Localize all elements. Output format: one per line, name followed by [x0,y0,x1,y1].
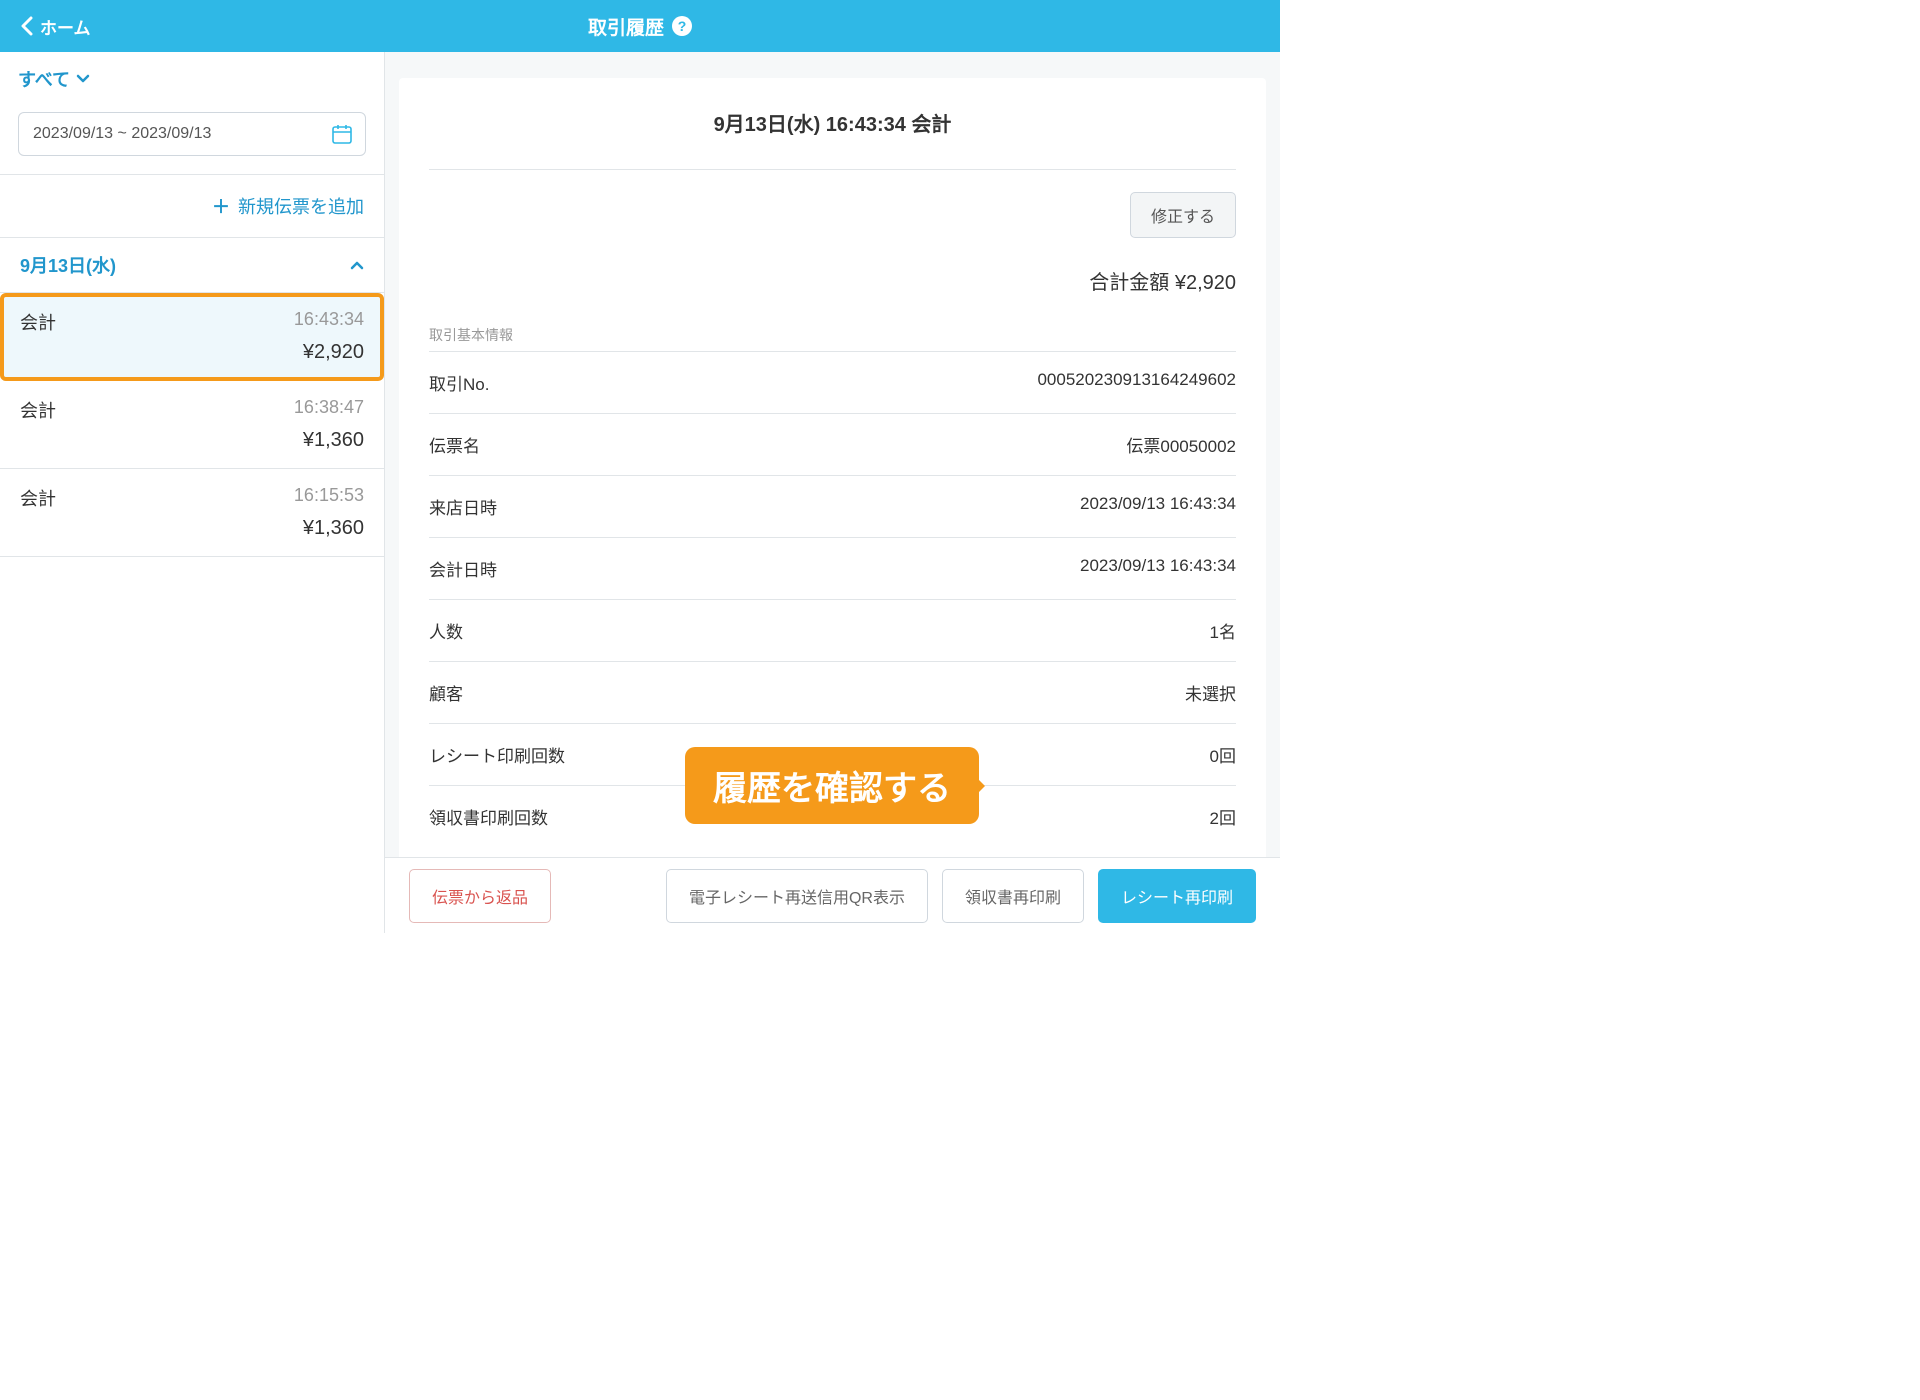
back-label: ホーム [40,14,91,39]
row-visit: 来店日時2023/09/13 16:43:34 [429,475,1236,537]
detail-title: 9月13日(水) 16:43:34 会計 [429,78,1236,147]
reprint-ryoshu-button[interactable]: 領収書再印刷 [942,869,1084,923]
row-pay: 会計日時2023/09/13 16:43:34 [429,537,1236,599]
row-txno: 取引No.000520230913164249602 [429,351,1236,413]
date-range-input[interactable] [18,112,366,156]
tx-type: 会計 [20,397,56,423]
transaction-item[interactable]: 会計 16:38:47 ¥1,360 [0,381,384,469]
chevron-left-icon [20,16,34,36]
tx-time: 16:38:47 [294,397,364,423]
tx-type: 会計 [20,485,56,511]
date-section-label: 9月13日(水) [20,252,116,278]
qr-resend-button[interactable]: 電子レシート再送信用QR表示 [666,869,928,923]
row-guests: 人数1名 [429,599,1236,661]
plus-icon: ＋ [212,197,230,217]
row-slip: 伝票名伝票00050002 [429,413,1236,475]
sidebar: すべて ＋新規伝票を追加 9月13日(水) 会計16:43:34¥2,920会計… [0,52,385,933]
divider [429,169,1236,170]
section-label: 取引基本情報 [429,325,1236,345]
tx-amount: ¥2,920 [20,341,364,364]
footer-actions: 伝票から返品 電子レシート再送信用QR表示 領収書再印刷 レシート再印刷 [385,857,1280,933]
tx-time: 16:15:53 [294,485,364,511]
detail-panel: 9月13日(水) 16:43:34 会計 修正する 合計金額 ¥2,920 取引… [385,52,1280,933]
filter-all-dropdown[interactable]: すべて [18,66,90,92]
date-section-header[interactable]: 9月13日(水) [0,238,384,293]
add-slip-button[interactable]: ＋ 新規伝票を追加 [0,175,384,238]
return-from-slip-button[interactable]: 伝票から返品 [409,869,551,923]
tx-time: 16:43:34 [294,309,364,335]
help-icon[interactable]: ? [672,16,692,36]
reprint-receipt-button[interactable]: レシート再印刷 [1098,869,1256,923]
transaction-item[interactable]: 会計 16:43:34 ¥2,920 [0,293,384,381]
callout-hint: 履歴を確認する [685,747,979,824]
tx-type: 会計 [20,309,56,335]
tx-amount: ¥1,360 [20,429,364,452]
calendar-icon[interactable] [330,122,354,146]
chevron-up-icon [350,260,364,270]
add-slip-label: 新規伝票を追加 [238,197,364,217]
app-header: ホーム 取引履歴 ? [0,0,1280,52]
total-amount: 合計金額 ¥2,920 [429,266,1236,295]
filter-all-label: すべて [18,66,70,92]
row-customer: 顧客未選択 [429,661,1236,723]
tx-amount: ¥1,360 [20,517,364,540]
page-title: 取引履歴 [588,13,664,40]
transaction-item[interactable]: 会計 16:15:53 ¥1,360 [0,469,384,557]
back-button[interactable]: ホーム [0,14,111,39]
modify-button[interactable]: 修正する [1130,192,1236,238]
chevron-down-icon [76,74,90,84]
